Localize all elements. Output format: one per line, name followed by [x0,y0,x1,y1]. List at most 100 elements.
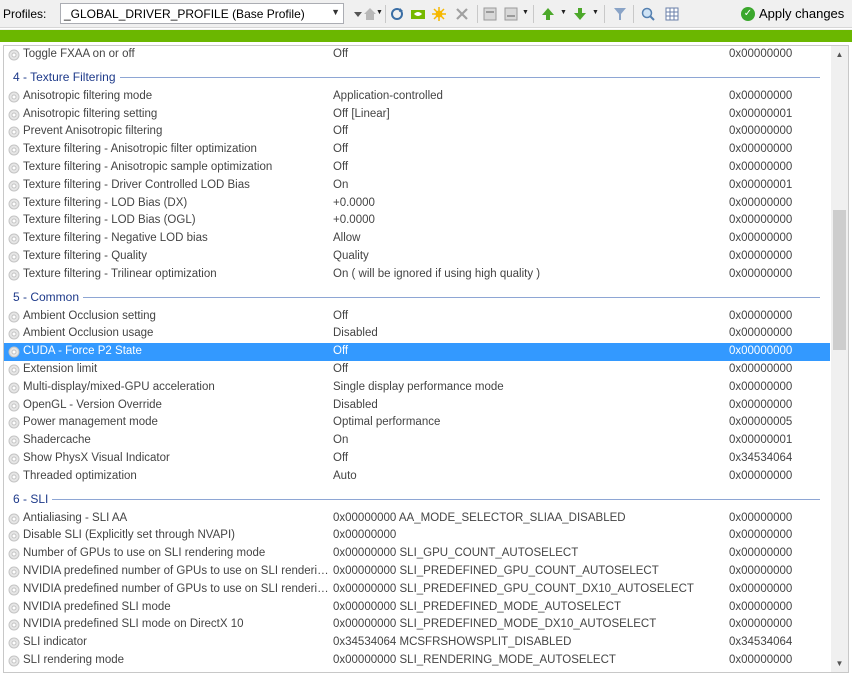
chevron-down-icon[interactable]: ▼ [560,9,567,16]
setting-value[interactable]: Off [333,343,723,361]
group-header[interactable]: 5 - Common [4,284,830,308]
scroll-up-icon[interactable]: ▲ [831,46,848,63]
setting-value[interactable]: +0.0000 [333,212,723,230]
setting-value[interactable]: On ( will be ignored if using high quali… [333,266,723,284]
setting-value[interactable]: On [333,177,723,195]
setting-value[interactable]: 0x00000000 SLI_PREDEFINED_GPU_COUNT_DX10… [333,581,723,599]
chevron-down-icon[interactable]: ▼ [331,7,340,17]
profile-dropdown[interactable]: _GLOBAL_DRIVER_PROFILE (Base Profile) ▼ [60,3,344,24]
scroll-down-icon[interactable]: ▼ [831,655,848,672]
setting-value[interactable]: 0x00000000 SLI_RENDERING_MODE_AUTOSELECT [333,652,723,670]
setting-value[interactable]: 0x00000000 SLI_PREDEFINED_GPU_COUNT_AUTO… [333,563,723,581]
filter-icon[interactable] [612,6,628,22]
chevron-down-icon[interactable]: ▼ [522,9,529,16]
setting-row[interactable]: NVIDIA predefined number of GPUs to use … [4,563,830,581]
grid-icon[interactable] [664,6,680,22]
setting-value[interactable]: Auto [333,468,723,486]
setting-row[interactable]: Number of GPUs to use on SLI rendering m… [4,545,830,563]
setting-name: Multi-display/mixed-GPU acceleration [23,380,215,393]
setting-row[interactable]: NVIDIA predefined SLI mode on DirectX 10… [4,616,830,634]
setting-row[interactable]: Texture filtering - LOD Bias (DX) +0.0000… [4,195,830,213]
setting-row[interactable]: Shadercache On 0x00000001 [4,432,830,450]
setting-row[interactable]: SLI rendering mode 0x00000000 SLI_RENDERI… [4,652,830,670]
setting-row[interactable]: Texture filtering - Negative LOD bias All… [4,230,830,248]
setting-hex-value: 0x00000000 [729,249,793,262]
chevron-down-icon[interactable]: ▼ [376,9,383,16]
setting-row[interactable]: Ambient Occlusion usage Disabled 0x0000000… [4,325,830,343]
chevron-down-icon[interactable]: ▼ [592,9,599,16]
setting-value[interactable]: Off [Linear] [333,106,723,124]
setting-value[interactable]: Off [333,361,723,379]
green-up-icon[interactable] [540,6,556,22]
setting-name: Extension limit [23,362,98,375]
setting-row[interactable]: Texture filtering - Quality Quality 0x0000… [4,248,830,266]
setting-value[interactable]: +0.0000 [333,195,723,213]
setting-value[interactable]: Single display performance mode [333,379,723,397]
setting-value[interactable]: Disabled [333,397,723,415]
setting-row[interactable]: NVIDIA predefined number of GPUs to use … [4,581,830,599]
setting-value[interactable]: Off [333,46,723,64]
setting-row[interactable]: Disable SLI (Explicitly set through NVAP… [4,527,830,545]
setting-row[interactable]: OpenGL - Version Override Disabled 0x00000… [4,397,830,415]
setting-value[interactable]: Off [333,308,723,326]
setting-name: NVIDIA predefined number of GPUs to use … [23,564,331,577]
setting-value[interactable]: Off [333,123,723,141]
setting-value[interactable]: Disabled [333,325,723,343]
gear-icon [7,232,21,246]
setting-value[interactable]: 0x00000000 SLI_PREDEFINED_MODE_AUTOSELEC… [333,599,723,617]
setting-row[interactable]: Toggle FXAA on or off Off 0x00000000 [4,46,830,64]
setting-value[interactable]: 0x00000000 AA_MODE_SELECTOR_SLIAA_DISABL… [333,510,723,528]
gear-icon [7,636,21,650]
setting-row[interactable]: Power management mode Optimal performance… [4,414,830,432]
apply-changes-button[interactable]: ✓ Apply changes [741,3,847,24]
setting-hex-value: 0x00000005 [729,416,793,429]
nvidia-icon[interactable] [410,6,426,22]
setting-value[interactable]: Allow [333,230,723,248]
setting-value[interactable]: Optimal performance [333,414,723,432]
setting-row[interactable]: Multi-display/mixed-GPU acceleration Sing… [4,379,830,397]
setting-row[interactable]: SLI indicator 0x34534064 MCSFRSHOWSPLIT_D… [4,634,830,652]
setting-value[interactable]: Off [333,450,723,468]
group-label: 4 - Texture Filtering [13,69,116,84]
setting-hex-value: 0x00000000 [729,380,793,393]
setting-value[interactable]: 0x34534064 MCSFRSHOWSPLIT_DISABLED [333,634,723,652]
setting-value[interactable]: Application-controlled [333,88,723,106]
setting-row[interactable]: Anisotropic filtering setting Off [Linear… [4,106,830,124]
setting-row[interactable]: Texture filtering - Anisotropic sample o… [4,159,830,177]
group-header[interactable]: 6 - SLI [4,486,830,510]
setting-row[interactable]: NVIDIA predefined SLI mode 0x00000000 SLI… [4,599,830,617]
setting-value[interactable]: 0x00000000 [333,527,723,545]
green-down-icon[interactable] [572,6,588,22]
export-icon[interactable] [482,6,498,22]
setting-value[interactable]: 0x00000000 SLI_GPU_COUNT_AUTOSELECT [333,545,723,563]
delete-icon[interactable] [454,6,470,22]
group-header[interactable]: 4 - Texture Filtering [4,64,830,88]
import-icon[interactable] [503,6,519,22]
setting-value[interactable]: On [333,432,723,450]
setting-name: NVIDIA predefined SLI mode [23,600,171,613]
setting-row[interactable]: Show PhysX Visual Indicator Off 0x34534064 [4,450,830,468]
setting-row[interactable]: Anisotropic filtering mode Application-co… [4,88,830,106]
setting-name: Number of GPUs to use on SLI rendering m… [23,547,266,560]
setting-row[interactable]: Antialiasing - SLI AA 0x00000000 AA_MODE_… [4,510,830,528]
setting-value[interactable]: Quality [333,248,723,266]
vertical-scrollbar[interactable]: ▲ ▼ [831,46,848,672]
scrollbar-thumb[interactable] [833,210,846,350]
setting-row[interactable]: Texture filtering - Anisotropic filter o… [4,141,830,159]
setting-value[interactable]: Off [333,141,723,159]
star-icon[interactable] [431,6,447,22]
setting-hex-value: 0x00000000 [729,196,793,209]
setting-row[interactable]: Extension limit Off 0x00000000 [4,361,830,379]
setting-value[interactable]: Off [333,159,723,177]
setting-row[interactable]: Threaded optimization Auto 0x00000000 [4,468,830,486]
setting-value[interactable]: 0x00000000 SLI_PREDEFINED_MODE_DX10_AUTO… [333,616,723,634]
setting-row[interactable]: Ambient Occlusion setting Off 0x00000000 [4,308,830,326]
setting-row[interactable]: Texture filtering - LOD Bias (OGL) +0.000… [4,212,830,230]
refresh-icon[interactable] [389,6,405,22]
setting-row[interactable]: Texture filtering - Trilinear optimizati… [4,266,830,284]
gear-icon [7,161,21,175]
setting-row[interactable]: Texture filtering - Driver Controlled LO… [4,177,830,195]
setting-row[interactable]: Prevent Anisotropic filtering Off 0x000000… [4,123,830,141]
search-icon[interactable] [640,6,656,22]
setting-row[interactable]: CUDA - Force P2 State Off 0x00000000 [4,343,830,361]
